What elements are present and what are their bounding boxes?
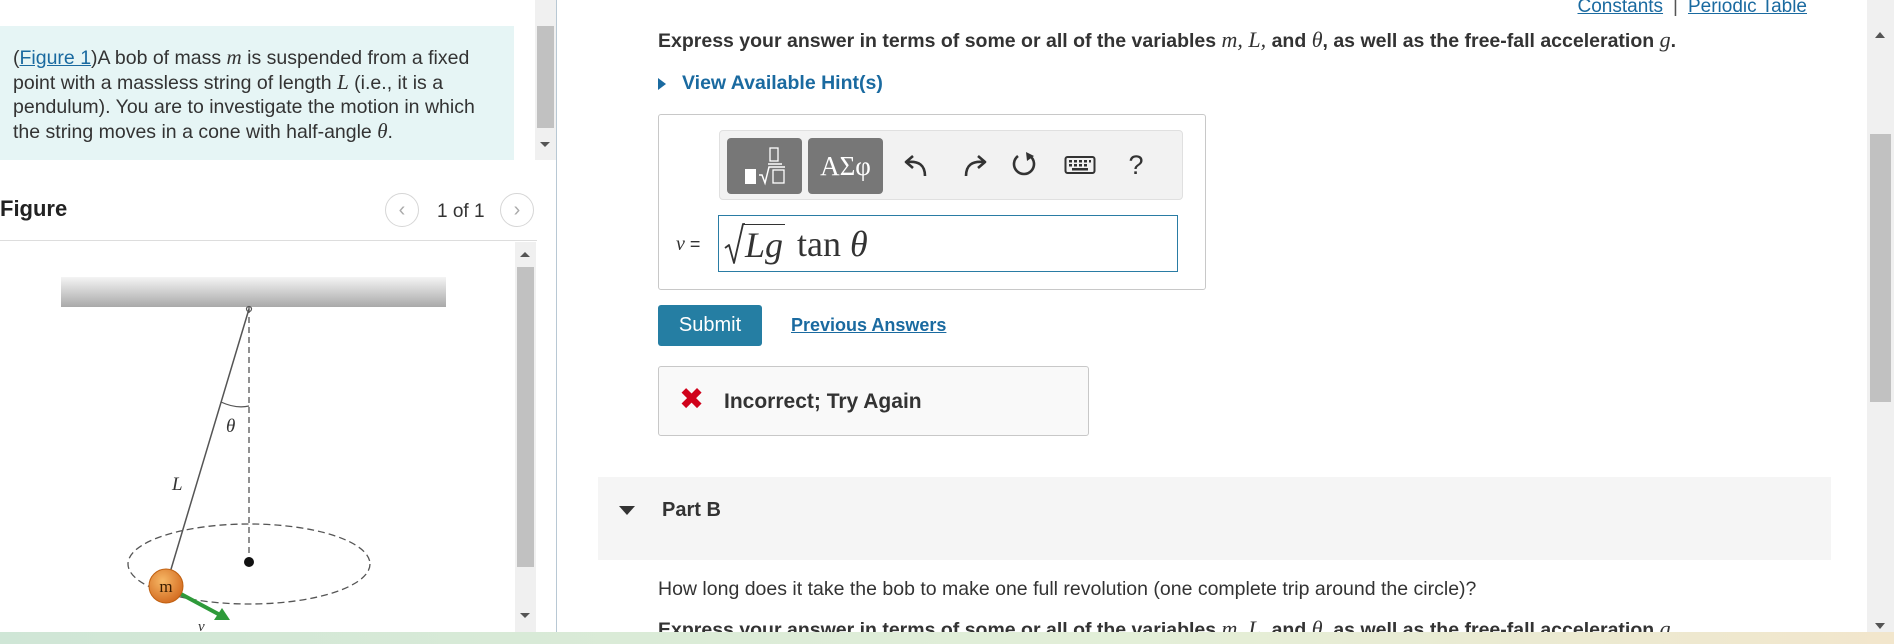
part-b-question: How long does it take the bob to make on… <box>658 578 1477 600</box>
bob-mass-label: m <box>159 577 172 596</box>
theta-label: θ <box>226 416 235 437</box>
part-b-header[interactable]: Part B <box>598 477 1831 560</box>
submit-button[interactable]: Submit <box>658 305 762 346</box>
length-label: L <box>171 474 183 495</box>
radical-sign-icon <box>724 223 745 264</box>
scroll-up-arrow-icon[interactable] <box>1875 32 1885 38</box>
part-b-title: Part B <box>662 499 721 521</box>
velocity-label: v⃗ <box>198 619 216 632</box>
part-b-instruction: Express your answer in terms of some or … <box>658 616 1676 632</box>
figure-image: θ L m v⃗ <box>0 242 515 632</box>
figure-scrollbar[interactable] <box>515 242 536 632</box>
scroll-down-arrow-icon[interactable] <box>540 142 550 147</box>
scroll-down-arrow-icon[interactable] <box>520 613 530 618</box>
answer-expression: Lg tan θ <box>723 222 868 266</box>
error-x-icon: ✖ <box>679 383 705 416</box>
feedback-text: Incorrect; Try Again <box>724 390 922 413</box>
radicand: Lg <box>743 223 786 265</box>
caret-right-icon <box>658 77 666 90</box>
symbols-button[interactable]: ΑΣφ <box>808 138 883 194</box>
chevron-left-icon: ‹ <box>398 198 406 221</box>
constants-link[interactable]: Constants <box>1578 0 1664 17</box>
divider <box>0 240 537 241</box>
next-figure-button[interactable]: › <box>500 193 534 227</box>
answer-input[interactable]: Lg tan θ <box>718 215 1178 272</box>
ceiling <box>61 277 446 307</box>
caret-down-icon <box>619 506 635 515</box>
taskbar-strip <box>0 632 1894 644</box>
templates-button[interactable] <box>727 138 802 194</box>
figure-link[interactable]: Figure 1 <box>20 47 92 69</box>
header-links: Constants | Periodic Table <box>1578 0 1808 18</box>
previous-answers-link[interactable]: Previous Answers <box>791 315 946 336</box>
hint-label: View Available Hint(s) <box>682 72 883 94</box>
square-root: Lg <box>723 222 786 266</box>
question-pane: Constants | Periodic Table Express your an… <box>557 0 1867 632</box>
previous-figure-button[interactable]: ‹ <box>385 193 419 227</box>
templates-icon <box>744 147 785 186</box>
reset-icon[interactable] <box>1004 145 1044 185</box>
problem-statement: (Figure 1)A bob of mass m is suspended f… <box>0 26 514 160</box>
keyboard-icon[interactable] <box>1060 145 1100 185</box>
feedback-box: ✖ Incorrect; Try Again <box>658 366 1089 436</box>
answer-variable-label: v = <box>676 233 701 255</box>
circle-center <box>244 557 254 567</box>
problem-pane: (Figure 1)A bob of mass m is suspended f… <box>0 0 556 632</box>
function-argument: θ <box>850 224 868 264</box>
problem-scrollbar[interactable] <box>535 0 556 160</box>
scroll-up-arrow-icon[interactable] <box>520 252 530 257</box>
page-scrollbar[interactable] <box>1867 0 1894 632</box>
view-hints-toggle[interactable]: View Available Hint(s) <box>658 72 883 95</box>
answer-panel: ΑΣφ ? v = Lg tan θ <box>658 114 1206 290</box>
link-separator: | <box>1673 0 1678 17</box>
function-name: tan <box>797 224 842 264</box>
scrollbar-thumb[interactable] <box>537 26 554 128</box>
figure-title: Figure <box>0 196 68 221</box>
scroll-down-arrow-icon[interactable] <box>1875 623 1885 629</box>
redo-icon[interactable] <box>953 145 993 185</box>
conical-pendulum-diagram: θ L m v⃗ <box>61 277 446 632</box>
part-a-instruction: Express your answer in terms of some or … <box>658 27 1676 52</box>
chevron-right-icon: › <box>513 198 521 221</box>
string <box>165 308 250 587</box>
angle-arc <box>220 401 250 408</box>
scrollbar-thumb[interactable] <box>1870 134 1891 402</box>
periodic-table-link[interactable]: Periodic Table <box>1688 0 1807 17</box>
undo-icon[interactable] <box>898 145 938 185</box>
scrollbar-thumb[interactable] <box>517 267 534 567</box>
help-button[interactable]: ? <box>1116 145 1156 185</box>
figure-pager-text: 1 of 1 <box>437 201 485 222</box>
math-toolbar: ΑΣφ ? <box>719 130 1183 200</box>
